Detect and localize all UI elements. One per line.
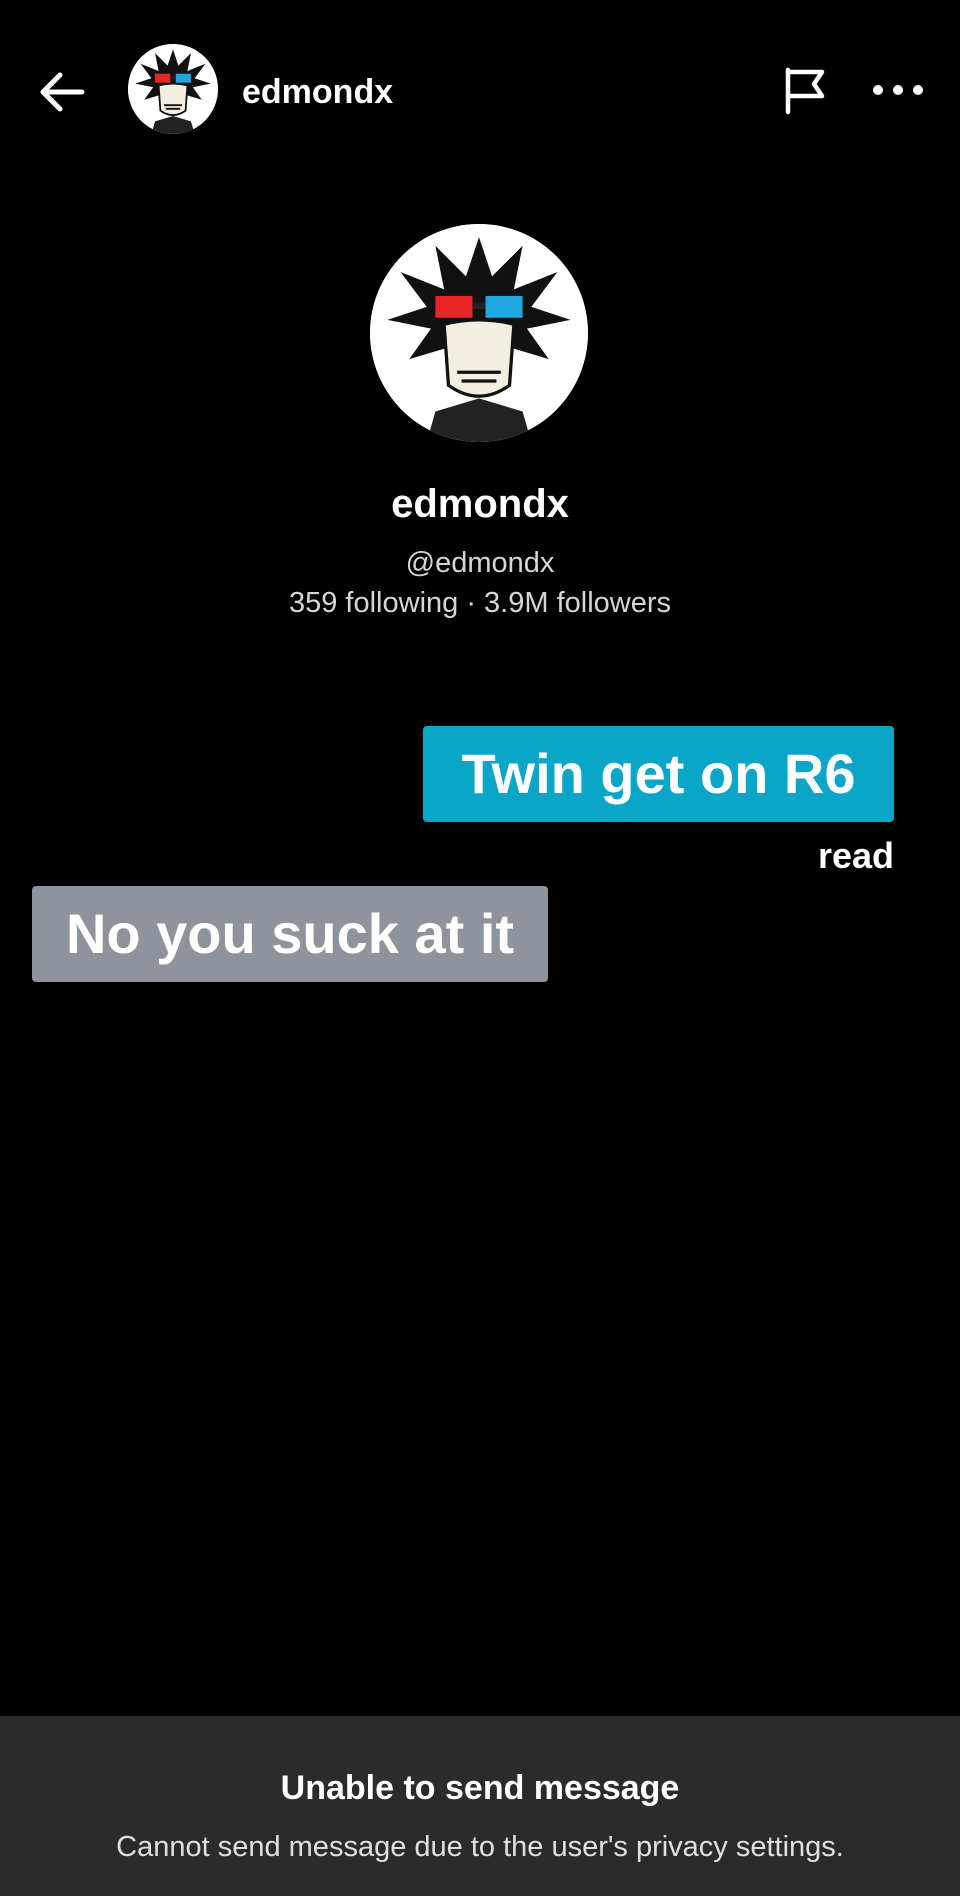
profile-stats: 359 following · 3.9M followers [288, 587, 671, 619]
banner-description: Cannot send message due to the user's pr… [116, 1831, 844, 1863]
message-text: Twin get on R6 [461, 742, 856, 805]
header-username[interactable]: edmondx [242, 72, 393, 112]
flag-icon [785, 67, 825, 115]
message-blocked-banner: Unable to send message Cannot send messa… [0, 1716, 960, 1896]
profile-avatar[interactable] [370, 224, 588, 442]
back-button[interactable] [32, 62, 92, 122]
avatar-image [370, 224, 588, 442]
more-options-button[interactable] [868, 70, 928, 110]
chat-header: edmondx [0, 0, 960, 180]
avatar-image [128, 44, 218, 134]
arrow-left-icon [40, 72, 85, 112]
more-horizontal-icon [873, 85, 923, 95]
report-button[interactable] [778, 62, 834, 118]
message-text: No you suck at it [65, 902, 515, 965]
message-bubble-sent[interactable]: Twin get on R6 [423, 726, 894, 822]
profile-display-name: edmondx [391, 482, 569, 526]
banner-title: Unable to send message [280, 1769, 680, 1807]
profile-handle: @edmondx [405, 547, 555, 579]
message-bubble-received[interactable]: No you suck at it [32, 886, 548, 982]
header-avatar[interactable] [128, 44, 218, 134]
read-status: read [817, 835, 894, 876]
